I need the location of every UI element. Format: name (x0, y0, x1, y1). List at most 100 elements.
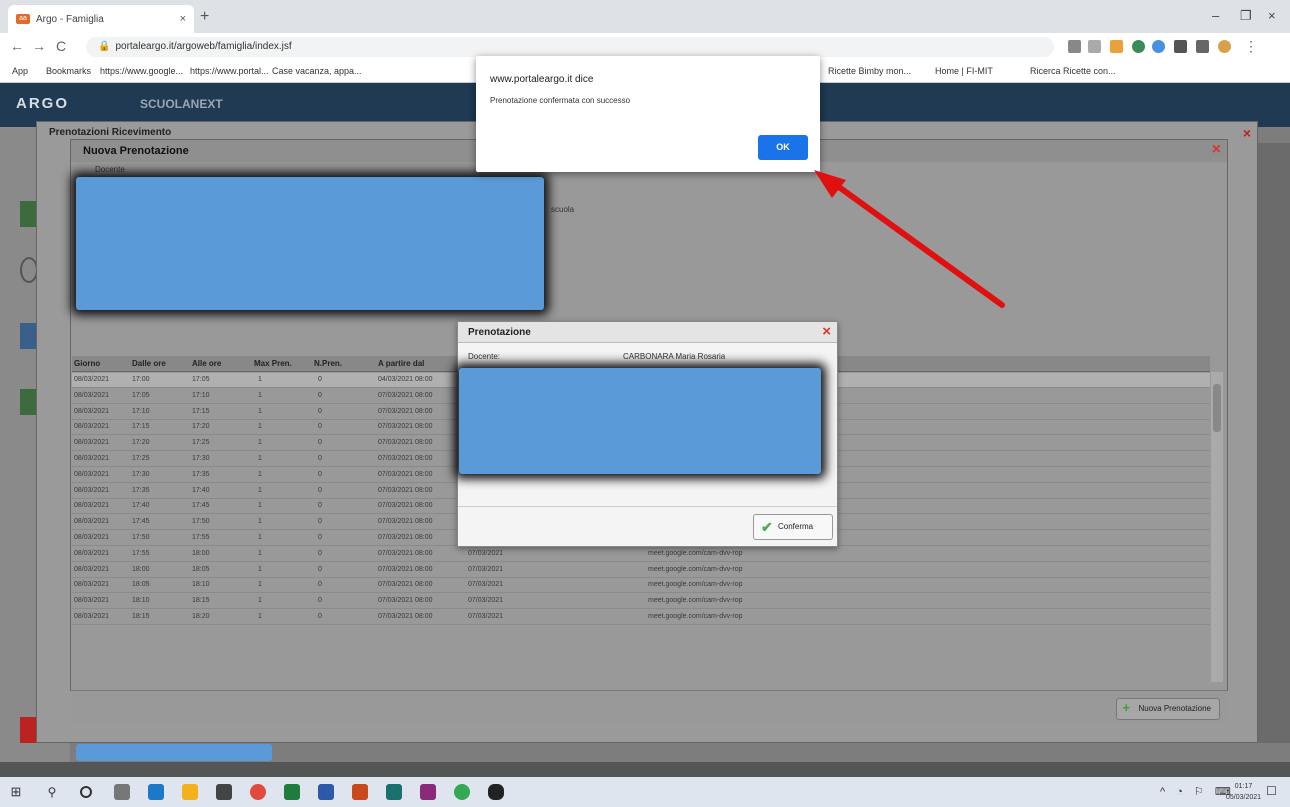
app-icon[interactable] (250, 784, 266, 800)
table-row[interactable]: 08/03/2021 18:15 18:20 1 0 07/03/2021 08:00 07… (72, 610, 1210, 625)
key-icon[interactable] (1068, 40, 1081, 53)
word-icon[interactable] (318, 784, 334, 800)
chrome-icon[interactable] (454, 784, 470, 800)
table-cell: 17:25 (132, 455, 150, 462)
col-header[interactable]: N.Pren. (314, 359, 342, 368)
table-cell: 0 (318, 565, 322, 573)
table-cell: 07/03/2021 08:00 (378, 534, 433, 541)
table-cell: 07/03/2021 08:00 (378, 407, 433, 415)
chat-icon[interactable] (488, 784, 504, 800)
location-icon[interactable] (1132, 40, 1145, 53)
close-icon[interactable]: × (822, 323, 831, 340)
excel-icon[interactable] (284, 784, 300, 800)
windows-taskbar: ⊞ ⚲ ^ ◔ ⚐ ⌨ 01:17 05/03/2021 ☐ (0, 777, 1290, 807)
table-cell: 18:05 (132, 581, 150, 589)
col-header[interactable]: A partire dal (378, 359, 424, 368)
table-cell: 08/03/2021 (74, 391, 110, 399)
store-icon[interactable] (216, 784, 232, 800)
address-bar[interactable]: 🔒 portaleargo.it/argoweb/famiglia/index.j… (86, 37, 1054, 57)
grid-icon[interactable] (1174, 40, 1187, 53)
browser-tab[interactable]: aa Argo - Famiglia × (8, 5, 194, 33)
bookmark-item[interactable]: https://www.portal... (190, 66, 269, 76)
table-cell: 0 (318, 549, 322, 557)
extension-icon[interactable] (1110, 40, 1123, 53)
table-cell: 07/03/2021 (468, 565, 504, 573)
ok-button[interactable]: OK (758, 135, 808, 160)
table-cell: 0 (318, 581, 322, 589)
table-scrollbar[interactable] (1211, 372, 1223, 682)
puzzle-icon[interactable] (1196, 40, 1209, 53)
table-cell: 08/03/2021 (74, 518, 110, 526)
back-button[interactable]: ← (10, 38, 24, 54)
cortana-icon[interactable] (80, 786, 92, 798)
dialog-title: Prenotazioni Ricevimento (49, 127, 172, 138)
table-row[interactable]: 08/03/2021 18:05 18:10 1 0 07/03/2021 08:00 07… (72, 578, 1210, 594)
star-icon[interactable] (1088, 40, 1101, 53)
table-cell: 17:05 (192, 376, 210, 383)
table-cell: 1 (258, 581, 262, 589)
edge-icon[interactable] (148, 784, 164, 800)
table-cell: 1 (258, 502, 262, 510)
tab-close-icon[interactable]: × (180, 13, 186, 25)
table-cell: 07/03/2021 08:00 (378, 470, 433, 478)
scrollbar-thumb[interactable] (1213, 384, 1221, 432)
file-explorer-icon[interactable] (182, 784, 198, 800)
table-cell: 18:15 (192, 597, 210, 605)
table-cell: 17:05 (132, 391, 150, 399)
reload-button[interactable]: C (56, 38, 66, 54)
new-tab-button[interactable]: + (200, 8, 209, 26)
clock-date: 05/03/2021 (1226, 794, 1262, 801)
extension-icon[interactable] (1152, 40, 1165, 53)
table-cell: 17:15 (132, 423, 150, 431)
table-cell: 1 (258, 549, 262, 557)
bookmark-item[interactable]: Case vacanza, appa... (272, 66, 362, 76)
close-icon[interactable]: × (1212, 141, 1221, 159)
profile-avatar[interactable] (1218, 40, 1231, 53)
table-cell: 17:45 (192, 502, 210, 510)
restore-button[interactable]: ❐ (1240, 8, 1252, 24)
nuova-prenotazione-button[interactable]: + Nuova Prenotazione (1115, 698, 1220, 720)
table-cell: 07/03/2021 08:00 (378, 439, 433, 447)
bookmark-item[interactable]: Bookmarks (46, 66, 91, 76)
publisher-icon[interactable] (386, 784, 402, 800)
close-icon[interactable]: × (1243, 125, 1251, 141)
col-header[interactable]: Giorno (74, 359, 100, 368)
table-cell: 04/03/2021 08:00 (378, 376, 433, 383)
table-cell: meet.google.com/cam-dvv-rop (648, 597, 743, 605)
bookmark-item[interactable]: Home | FI-MIT (935, 66, 993, 76)
search-icon[interactable]: ⚲ (44, 784, 60, 800)
table-cell: 1 (258, 423, 262, 431)
table-row[interactable]: 08/03/2021 18:10 18:15 1 0 07/03/2021 08:00 07… (72, 594, 1210, 610)
table-cell: 0 (318, 455, 322, 462)
bookmark-item[interactable]: Ricette Bimby mon... (828, 66, 911, 76)
forward-button[interactable]: → (32, 38, 46, 54)
menu-icon[interactable]: ⋮ (1244, 38, 1258, 55)
conferma-button[interactable]: ✔ Conferma (753, 514, 833, 540)
table-cell: meet.google.com/cam-dvv-rop (648, 581, 743, 589)
table-row[interactable]: 08/03/2021 18:00 18:05 1 0 07/03/2021 08:00 07… (72, 563, 1210, 578)
task-view-icon[interactable] (114, 784, 130, 800)
col-header[interactable]: Alle ore (192, 359, 221, 368)
bookmark-item[interactable]: App (12, 66, 28, 76)
col-header[interactable]: Max Pren. (254, 359, 292, 368)
minimize-button[interactable]: – (1212, 8, 1219, 23)
onenote-icon[interactable] (420, 784, 436, 800)
clock[interactable]: 01:17 05/03/2021 (1226, 781, 1261, 803)
powerpoint-icon[interactable] (352, 784, 368, 800)
notification-icon[interactable]: ☐ (1266, 784, 1277, 798)
table-row[interactable]: 08/03/2021 17:55 18:00 1 0 07/03/2021 08:00 07… (72, 547, 1210, 562)
table-cell: 07/03/2021 08:00 (378, 597, 433, 605)
col-header[interactable]: Dalle ore (132, 359, 166, 368)
table-cell: 07/03/2021 08:00 (378, 518, 433, 526)
table-cell: 1 (258, 470, 262, 478)
table-cell: 1 (258, 486, 262, 494)
divider (458, 506, 837, 507)
bookmark-item[interactable]: Ricerca Ricette con... (1030, 66, 1116, 76)
redacted-area (459, 368, 821, 474)
close-window-button[interactable]: × (1268, 8, 1276, 23)
table-cell: 0 (318, 502, 322, 510)
table-cell: 0 (318, 407, 322, 415)
system-tray[interactable]: ^ ◔ ⚐ ⌨ (1160, 785, 1235, 798)
bookmark-item[interactable]: https://www.google... (100, 66, 183, 76)
start-icon[interactable]: ⊞ (8, 784, 24, 800)
